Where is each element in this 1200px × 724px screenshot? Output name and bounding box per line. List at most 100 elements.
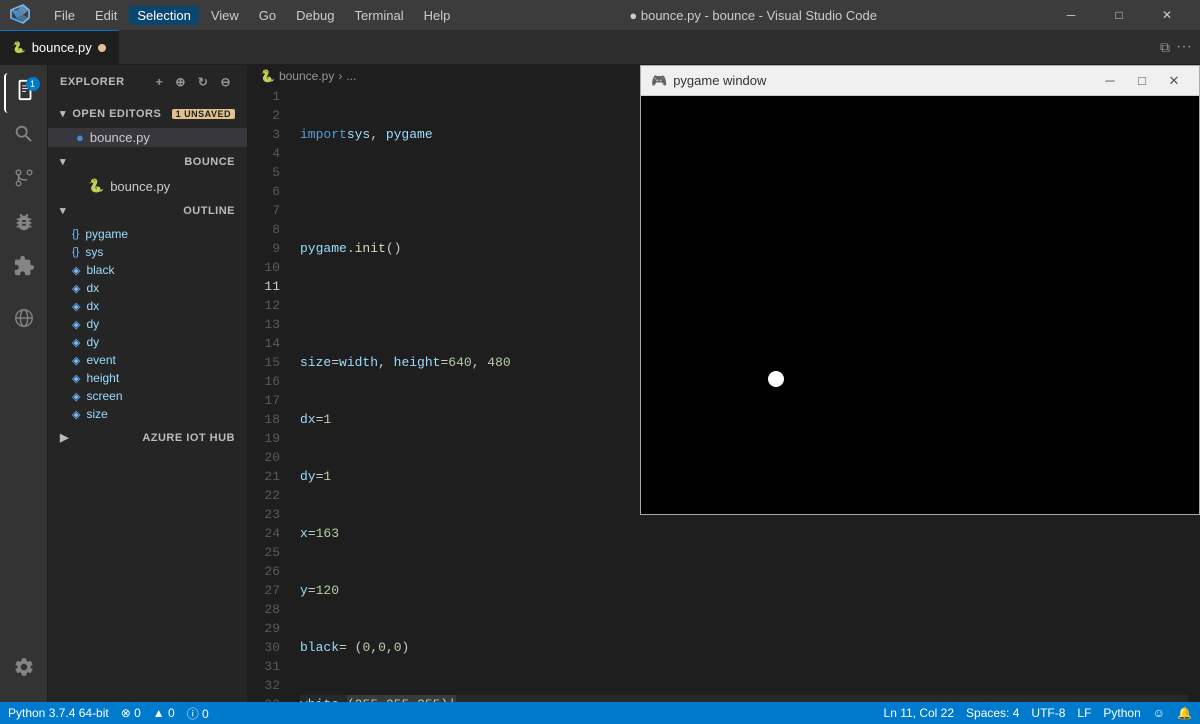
bouncing-ball	[768, 371, 784, 387]
sidebar: EXPLORER + ⊕ ↻ ⊖ ▾ OPEN EDITORS 1 UNSAVE…	[48, 65, 248, 702]
pygame-close-button[interactable]: ✕	[1159, 71, 1189, 91]
outline-item-dx2[interactable]: ◈ dx	[48, 297, 247, 315]
outline-item-dy1[interactable]: ◈ dy	[48, 315, 247, 333]
language-mode[interactable]: Python	[1103, 706, 1140, 720]
explorer-header: EXPLORER + ⊕ ↻ ⊖	[48, 65, 247, 99]
close-button[interactable]: ✕	[1144, 0, 1190, 30]
maximize-button[interactable]: □	[1096, 0, 1142, 30]
indentation[interactable]: Spaces: 4	[966, 706, 1019, 720]
source-control-activity-icon[interactable]	[4, 161, 44, 201]
app: 🐍 bounce.py ⧉ ···	[0, 30, 1200, 724]
encoding[interactable]: UTF-8	[1031, 706, 1065, 720]
menu-selection[interactable]: Selection	[129, 6, 198, 25]
explorer-activity-icon[interactable]: 1	[4, 73, 44, 113]
outline-var-icon-dx1: ◈	[72, 282, 80, 295]
outline-item-label-sys: sys	[85, 245, 103, 259]
menu-edit[interactable]: Edit	[87, 6, 125, 25]
outline-item-sys[interactable]: {} sys	[48, 243, 247, 261]
outline-item-event[interactable]: ◈ event	[48, 351, 247, 369]
window-controls: ─ □ ✕	[1048, 0, 1190, 30]
python-icon: ●	[76, 130, 84, 145]
pygame-window-controls: ─ □ ✕	[1095, 71, 1189, 91]
new-file-button[interactable]: +	[152, 73, 168, 91]
title-bar: File Edit Selection View Go Debug Termin…	[0, 0, 1200, 30]
open-editor-bounce-py[interactable]: ● bounce.py	[48, 128, 247, 147]
outline-var-icon: ◈	[72, 264, 80, 277]
code-line-10: black = (0,0,0)	[300, 638, 1188, 657]
line-ending[interactable]: LF	[1077, 706, 1091, 720]
outline-var-icon-screen: ◈	[72, 390, 80, 403]
debug-icon	[13, 211, 35, 239]
azure-label: AZURE IOT HUB	[142, 432, 235, 444]
outline-var-icon-size: ◈	[72, 408, 80, 421]
azure-iot-header[interactable]: ▶ AZURE IOT HUB	[48, 423, 247, 452]
info-count[interactable]: ⓘ 0	[187, 705, 209, 722]
outline-item-label-height: height	[86, 371, 119, 385]
more-actions-icon[interactable]: ···	[1176, 38, 1192, 56]
new-folder-button[interactable]: ⊕	[171, 73, 190, 91]
bounce-folder-label: BOUNCE	[184, 156, 235, 168]
outline-item-height[interactable]: ◈ height	[48, 369, 247, 387]
search-activity-icon[interactable]	[4, 117, 44, 157]
source-control-icon	[13, 167, 35, 195]
bell-icon[interactable]: 🔔	[1177, 706, 1192, 720]
breadcrumb-rest: ...	[346, 69, 356, 83]
bounce-folder-header[interactable]: ▾ BOUNCE	[48, 147, 247, 176]
minimize-button[interactable]: ─	[1048, 0, 1094, 30]
outline-var-icon-dx2: ◈	[72, 300, 80, 313]
error-count[interactable]: ⊗ 0	[121, 706, 141, 720]
pygame-window[interactable]: 🎮 pygame window ─ □ ✕	[640, 65, 1200, 515]
split-editor-icon[interactable]: ⧉	[1160, 39, 1170, 56]
menu-help[interactable]: Help	[416, 6, 459, 25]
status-bar-right: Ln 11, Col 22 Spaces: 4 UTF-8 LF Python …	[884, 706, 1192, 720]
python-version[interactable]: Python 3.7.4 64-bit	[8, 706, 109, 720]
outline-item-label-dx2: dx	[86, 299, 99, 313]
open-editors-collapse-icon: ▾	[60, 107, 66, 120]
python-file-icon: 🐍	[12, 41, 26, 54]
collapse-all-button[interactable]: ⊖	[216, 73, 235, 91]
outline-header[interactable]: ▾ OUTLINE	[48, 196, 247, 225]
pygame-icon: 🎮	[651, 73, 667, 89]
menu-view[interactable]: View	[203, 6, 247, 25]
tab-bar: 🐍 bounce.py ⧉ ···	[0, 30, 1200, 65]
outline-item-screen[interactable]: ◈ screen	[48, 387, 247, 405]
menu-go[interactable]: Go	[251, 6, 284, 25]
refresh-button[interactable]: ↻	[194, 73, 213, 91]
outline-item-label-black: black	[86, 263, 114, 277]
debug-activity-icon[interactable]	[4, 205, 44, 245]
menu-debug[interactable]: Debug	[288, 6, 342, 25]
tab-bounce-py[interactable]: 🐍 bounce.py	[0, 30, 119, 65]
explorer-title: EXPLORER	[60, 76, 125, 88]
pygame-window-title-text: 🎮 pygame window	[651, 73, 766, 89]
outline-item-dx1[interactable]: ◈ dx	[48, 279, 247, 297]
open-editors-header[interactable]: ▾ OPEN EDITORS 1 UNSAVED	[48, 99, 247, 128]
settings-activity-icon[interactable]	[4, 654, 44, 694]
outline-var-icon-dy1: ◈	[72, 318, 80, 331]
unsaved-badge: 1 UNSAVED	[172, 109, 235, 119]
open-editor-filename: bounce.py	[90, 130, 150, 145]
activity-bar: 1	[0, 65, 48, 702]
outline-item-label-dy1: dy	[86, 317, 99, 331]
extensions-icon	[13, 255, 35, 283]
editor-container: 🐍 bounce.py › ... 12345 678910 111213141…	[248, 65, 1200, 702]
bounce-py-file[interactable]: 🐍 bounce.py	[48, 176, 247, 196]
smiley-icon[interactable]: ☺	[1153, 706, 1165, 720]
status-bar-left: Python 3.7.4 64-bit ⊗ 0 ▲ 0 ⓘ 0	[8, 705, 209, 722]
outline-module-icon: {}	[72, 228, 79, 240]
cursor-position[interactable]: Ln 11, Col 22	[884, 706, 955, 720]
outline-item-dy2[interactable]: ◈ dy	[48, 333, 247, 351]
outline-item-black[interactable]: ◈ black	[48, 261, 247, 279]
outline-item-label-dy2: dy	[86, 335, 99, 349]
outline-item-label-event: event	[86, 353, 115, 367]
menu-file[interactable]: File	[46, 6, 83, 25]
pygame-minimize-button[interactable]: ─	[1095, 71, 1125, 91]
outline-item-size[interactable]: ◈ size	[48, 405, 247, 423]
open-editors-label: OPEN EDITORS	[72, 108, 161, 120]
menu-terminal[interactable]: Terminal	[346, 6, 411, 25]
pygame-maximize-button[interactable]: □	[1127, 71, 1157, 91]
warning-count[interactable]: ▲ 0	[153, 706, 175, 720]
outline-item-pygame[interactable]: {} pygame	[48, 225, 247, 243]
breadcrumb-separator: ›	[338, 69, 342, 83]
remote-activity-icon[interactable]	[4, 301, 44, 341]
extensions-activity-icon[interactable]	[4, 249, 44, 289]
